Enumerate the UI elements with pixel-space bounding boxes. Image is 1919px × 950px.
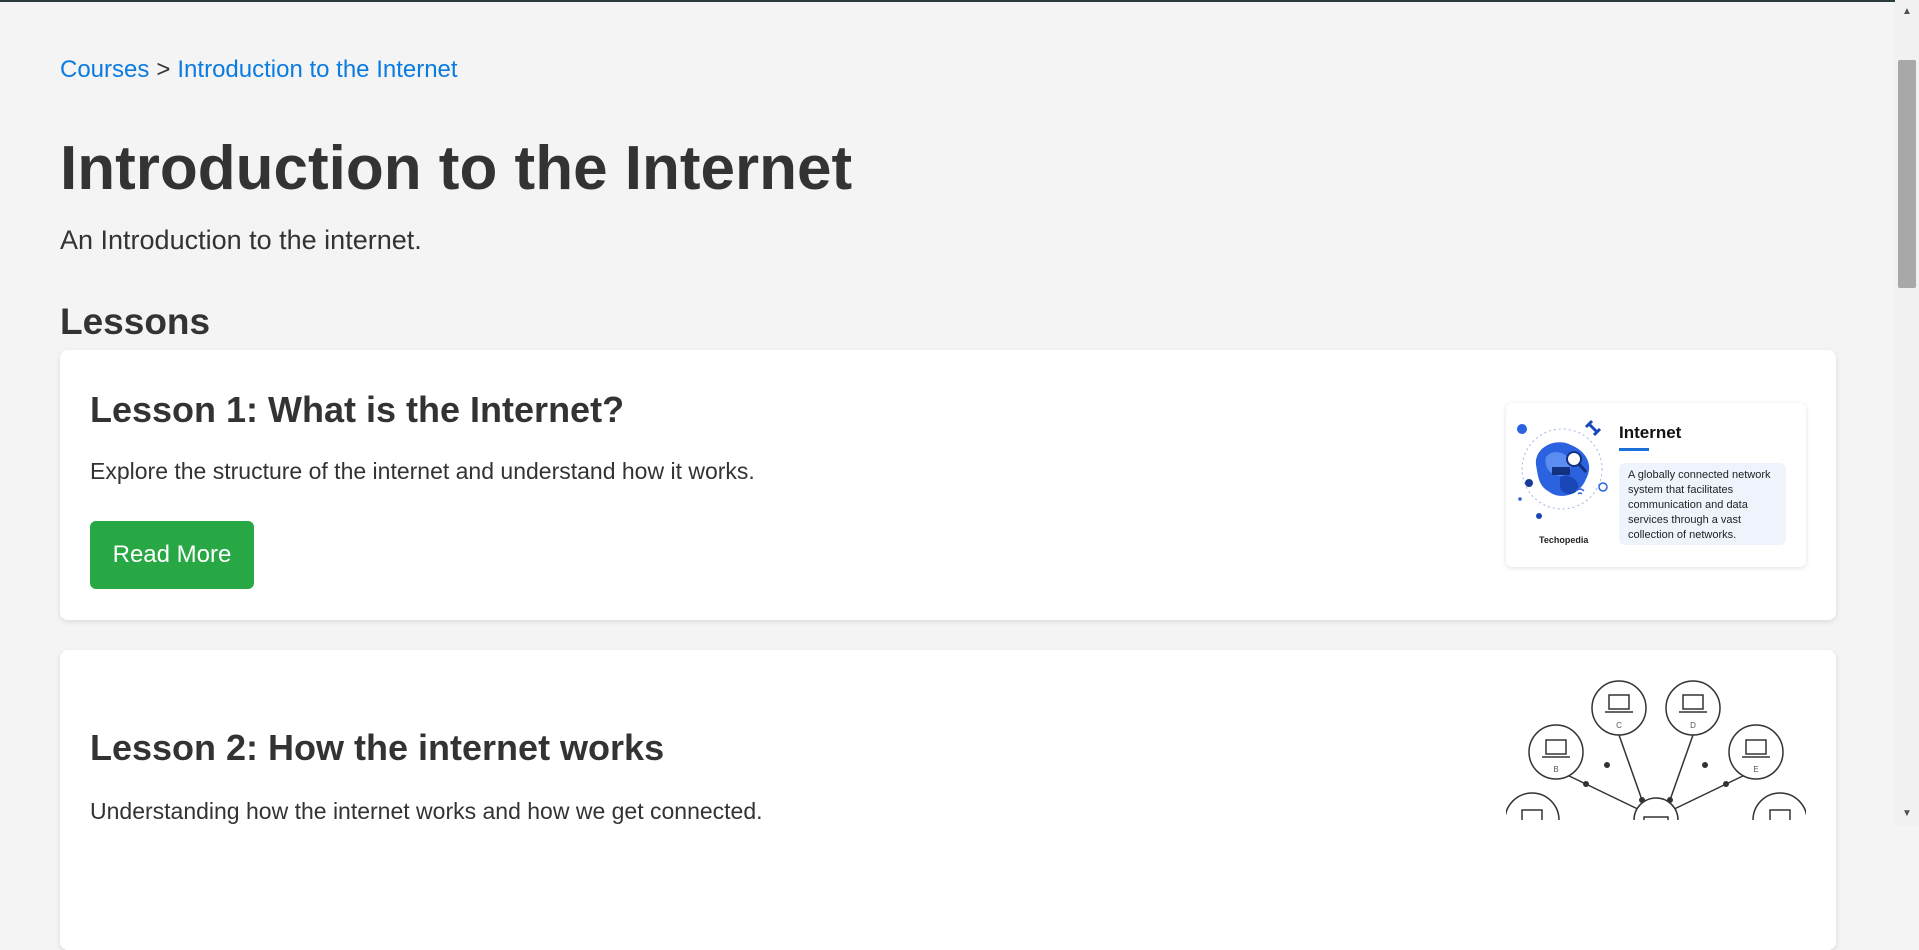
breadcrumb-link-courses[interactable]: Courses — [60, 56, 149, 83]
lesson-2-thumbnail: B C D E — [1506, 680, 1806, 820]
lesson-card-2: Lesson 2: How the internet works Underst… — [60, 650, 1836, 950]
read-more-button[interactable]: Read More — [90, 521, 254, 589]
lesson-card-1: Lesson 1: What is the Internet? Explore … — [60, 350, 1836, 620]
thumbnail-title: Internet — [1619, 423, 1682, 442]
window-top-border — [0, 0, 1919, 2]
network-node-label-e: E — [1753, 765, 1758, 774]
scroll-up-arrow-icon[interactable]: ▲ — [1895, 4, 1919, 20]
lesson-1-summary: Explore the structure of the internet an… — [90, 458, 755, 484]
thumbnail-definition-text: A globally connected network system that… — [1628, 469, 1771, 541]
network-diagram-icon: B C D E — [1506, 680, 1806, 820]
network-node-label-c: C — [1616, 721, 1622, 730]
thumbnail-title-underline — [1619, 448, 1649, 451]
lesson-1-title: Lesson 1: What is the Internet? — [90, 389, 625, 430]
page-title: Introduction to the Internet — [60, 134, 853, 203]
lessons-heading: Lessons — [60, 301, 211, 342]
course-description: An Introduction to the internet. — [60, 225, 422, 255]
scroll-down-arrow-icon[interactable]: ▼ — [1895, 806, 1919, 822]
lesson-2-title: Lesson 2: How the internet works — [90, 727, 665, 768]
thumbnail-brand: Techopedia — [1539, 535, 1589, 545]
breadcrumb: Courses > Introduction to the Internet — [60, 56, 458, 84]
breadcrumb-link-current[interactable]: Introduction to the Internet — [177, 56, 457, 83]
network-node-label-d: D — [1690, 721, 1696, 730]
scrollbar-thumb[interactable] — [1898, 60, 1916, 288]
lesson-2-summary: Understanding how the internet works and… — [90, 798, 763, 824]
globe-illustration-icon — [1517, 419, 1608, 519]
lesson-1-thumbnail: Internet A globally connected network sy… — [1506, 403, 1806, 567]
breadcrumb-separator: > — [156, 56, 171, 83]
vertical-scrollbar[interactable]: ▲ ▼ — [1895, 0, 1919, 826]
network-node-label-b: B — [1553, 765, 1558, 774]
